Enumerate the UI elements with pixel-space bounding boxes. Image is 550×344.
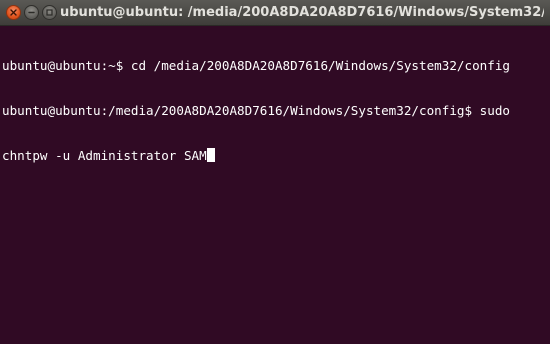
maximize-icon[interactable] [42, 5, 57, 20]
close-icon[interactable] [6, 5, 21, 20]
terminal-line: ubuntu@ubuntu:~$ cd /media/200A8DA20A8D7… [2, 58, 510, 73]
terminal-line-current: chntpw -u Administrator SAM [2, 148, 550, 163]
terminal-command-text: chntpw -u Administrator SAM [2, 148, 207, 163]
text-cursor [206, 148, 215, 162]
terminal-window: ubuntu@ubuntu: /media/200A8DA20A8D7616/W… [0, 0, 550, 344]
window-controls [6, 5, 57, 21]
minimize-icon[interactable] [24, 5, 39, 20]
terminal-line: ubuntu@ubuntu:/media/200A8DA20A8D7616/Wi… [2, 103, 510, 118]
window-title: ubuntu@ubuntu: /media/200A8DA20A8D7616/W… [60, 5, 544, 20]
terminal-output[interactable]: ubuntu@ubuntu:~$ cd /media/200A8DA20A8D7… [0, 26, 550, 344]
title-bar[interactable]: ubuntu@ubuntu: /media/200A8DA20A8D7616/W… [0, 0, 550, 26]
